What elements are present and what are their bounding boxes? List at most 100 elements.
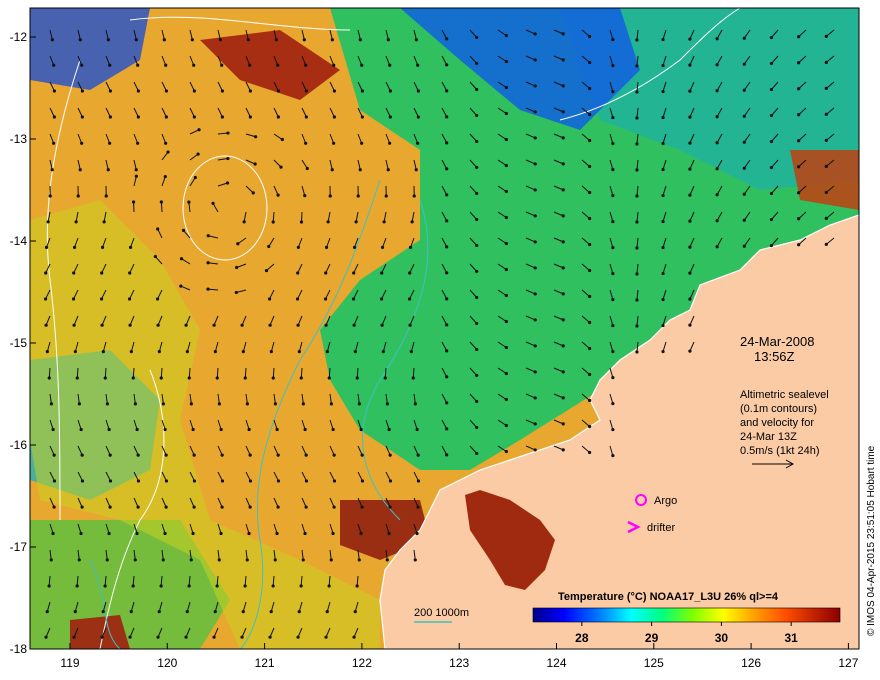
velocity-arrow-head [268,635,272,639]
velocity-arrow-head [561,396,565,400]
velocity-arrow-head [388,115,392,119]
velocity-arrow-head [445,37,449,41]
velocity-arrow-head [688,63,692,67]
velocity-arrow-head [742,114,746,118]
velocity-arrow-head [742,62,746,66]
velocity-arrow-head [661,63,665,68]
velocity-arrow-head [302,38,306,42]
velocity-arrow-head [611,89,615,94]
velocity-arrow-head [128,271,132,275]
velocity-arrow-head [561,240,565,244]
velocity-arrow-head [78,38,82,42]
velocity-arrow-head [217,402,221,406]
velocity-arrow-head [127,297,132,301]
velocity-arrow-head [254,135,258,139]
velocity-arrow-head [742,36,746,40]
velocity-arrow-head [164,115,168,119]
velocity-arrow-head [797,165,801,169]
velocity-arrow-head [299,584,303,588]
velocity-arrow-head [635,90,639,94]
velocity-arrow-head [225,181,230,185]
velocity-arrow-head [274,38,278,42]
velocity-arrow-head [80,89,84,93]
velocity-arrow-head [296,271,300,275]
velocity-arrow-head [561,448,565,452]
velocity-arrow-head [611,349,615,354]
drifter-label: drifter [647,522,675,534]
legend-line-3: and velocity for [740,417,814,429]
velocity-arrow-head [769,87,774,92]
velocity-arrow-head [103,584,107,588]
velocity-arrow-head [248,505,252,509]
velocity-arrow-head [163,174,167,179]
velocity-arrow-head [824,190,828,194]
velocity-arrow-head [44,323,48,327]
velocity-arrow-head [135,427,139,432]
velocity-arrow-head [129,350,133,354]
velocity-arrow-head [276,63,280,67]
velocity-arrow-head [184,635,188,639]
velocity-arrow-head [797,191,801,195]
velocity-arrow-head [108,505,112,509]
velocity-arrow-head [635,324,639,328]
velocity-arrow-head [824,34,828,38]
velocity-arrow-head [51,531,55,536]
velocity-arrow-head [824,164,828,168]
velocity-arrow-head [241,610,245,614]
velocity-arrow-head [303,427,307,432]
velocity-arrow-head [240,323,244,327]
velocity-arrow-head [360,63,364,67]
velocity-arrow-head [213,610,217,614]
velocity-arrow-head [356,194,360,198]
velocity-arrow-head [324,635,328,639]
time-label: 13:56Z [754,349,795,364]
velocity-arrow-head [410,220,414,224]
velocity-arrow-head [475,87,479,92]
velocity-arrow-head [688,141,692,145]
velocity-arrow-head [44,635,48,639]
velocity-arrow-head [351,297,356,301]
velocity-arrow-head [611,193,615,198]
velocity-arrow-head [588,294,592,299]
lon-tick-label: 119 [60,656,79,670]
lat-tick-label: -15 [10,336,28,350]
velocity-arrow-head [136,479,141,483]
velocity-arrow-head [134,174,138,178]
velocity-arrow-head [504,33,508,38]
velocity-arrow-head [271,220,275,224]
velocity-arrow-head [72,323,76,327]
velocity-arrow-head [275,427,279,432]
velocity-arrow-head [824,216,828,220]
velocity-arrow-head [220,479,225,483]
velocity-arrow-head [742,140,746,144]
velocity-arrow-head [108,141,112,145]
velocity-arrow-head [279,165,283,169]
velocity-arrow-head [445,297,449,301]
velocity-arrow-head [360,453,364,457]
velocity-arrow-head [797,217,801,221]
velocity-arrow-head [179,284,183,288]
velocity-arrow-head [635,116,639,120]
velocity-arrow-head [304,89,308,93]
velocity-arrow-head [72,271,76,275]
velocity-arrow-head [715,219,719,223]
velocity-arrow-head [412,194,416,198]
velocity-arrow-head [156,227,160,231]
velocity-arrow-head [533,162,537,166]
velocity-arrow-head [212,323,216,327]
argo-label: Argo [654,495,677,507]
velocity-arrow-head [533,266,537,270]
velocity-arrow-head [77,558,81,562]
lon-tick-label: 123 [449,656,469,670]
velocity-arrow-head [184,323,188,327]
velocity-arrow-head [360,141,364,145]
velocity-arrow-head [504,111,508,116]
velocity-arrow-head [301,402,305,406]
velocity-arrow-head [136,63,140,67]
velocity-arrow-head [611,401,615,406]
velocity-arrow-head [416,89,420,93]
velocity-arrow-head [280,137,284,142]
velocity-arrow-head [561,162,565,166]
velocity-arrow-head [635,194,639,198]
velocity-arrow-head [135,531,139,536]
